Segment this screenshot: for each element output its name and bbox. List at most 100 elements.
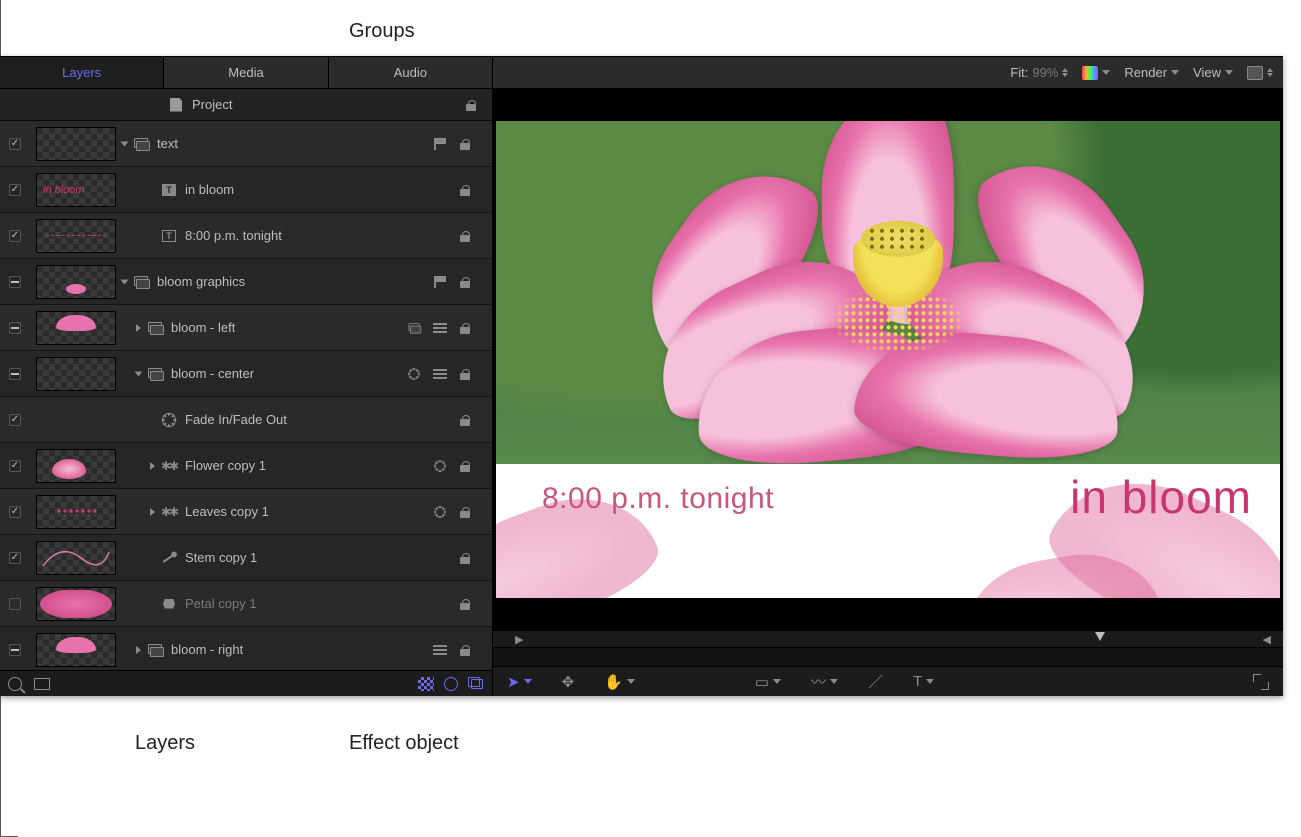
flag-icon[interactable] bbox=[432, 136, 448, 152]
visibility-checkbox[interactable] bbox=[0, 598, 30, 610]
lock-icon[interactable] bbox=[458, 505, 472, 519]
layer-row[interactable]: Petal copy 1 bbox=[0, 581, 492, 627]
render-menu[interactable]: Render bbox=[1124, 65, 1179, 80]
in-marker-icon[interactable]: ▶ bbox=[515, 633, 523, 646]
canvas-viewport[interactable]: 8:00 p.m. tonight in bloom bbox=[493, 89, 1283, 630]
visibility-checkbox[interactable] bbox=[0, 644, 30, 656]
blend-icon[interactable] bbox=[432, 366, 448, 382]
line-tool[interactable]: ／ bbox=[868, 671, 883, 692]
visibility-checkbox[interactable] bbox=[0, 506, 30, 518]
lock-icon[interactable] bbox=[458, 367, 472, 381]
layer-thumbnail bbox=[36, 495, 116, 529]
visibility-checkbox[interactable] bbox=[0, 460, 30, 472]
lock-icon[interactable] bbox=[458, 643, 472, 657]
panel-tabs: Layers Media Audio bbox=[0, 57, 492, 89]
select-tool[interactable]: ➤ bbox=[507, 673, 532, 691]
behavior-badge-icon[interactable] bbox=[432, 504, 448, 520]
layer-row[interactable]: Fade In/Fade Out bbox=[0, 397, 492, 443]
rectangle-tool[interactable]: ▭ bbox=[755, 673, 781, 691]
visibility-checkbox[interactable] bbox=[0, 138, 30, 150]
visibility-checkbox[interactable] bbox=[0, 184, 30, 196]
lock-icon[interactable] bbox=[458, 275, 472, 289]
text-layer-icon: T bbox=[161, 229, 177, 243]
filter-layers-icon[interactable] bbox=[468, 677, 484, 689]
layer-thumbnail bbox=[36, 449, 116, 483]
lock-icon[interactable] bbox=[458, 597, 472, 611]
layer-row[interactable]: Stem copy 1 bbox=[0, 535, 492, 581]
group-icon bbox=[147, 321, 163, 335]
playhead-icon[interactable] bbox=[1095, 632, 1105, 641]
layer-row[interactable]: in bloomTin bloom bbox=[0, 167, 492, 213]
layer-row[interactable]: ✱✱Flower copy 1 bbox=[0, 443, 492, 489]
disclosure-triangle-icon[interactable] bbox=[121, 141, 129, 146]
layers-panel: Layers Media Audio Project textin bloomT… bbox=[0, 57, 493, 696]
disclosure-triangle-icon[interactable] bbox=[121, 279, 129, 284]
text-tool[interactable]: T bbox=[913, 673, 934, 690]
lock-icon[interactable] bbox=[458, 321, 472, 335]
lock-icon[interactable] bbox=[458, 183, 472, 197]
expand-panel-icon[interactable] bbox=[34, 678, 50, 690]
canvas-toolbar: Fit: 99% Render View bbox=[493, 57, 1283, 89]
particle-icon: ✱✱ bbox=[161, 505, 177, 519]
blend-icon[interactable] bbox=[432, 320, 448, 336]
behavior-badge-icon[interactable] bbox=[406, 366, 422, 382]
tab-media[interactable]: Media bbox=[164, 57, 328, 88]
layer-label: in bloom bbox=[185, 182, 234, 197]
tab-audio[interactable]: Audio bbox=[329, 57, 492, 88]
visibility-checkbox[interactable] bbox=[0, 230, 30, 242]
lock-icon[interactable] bbox=[464, 98, 478, 112]
tab-layers[interactable]: Layers bbox=[0, 57, 164, 88]
pen-tool[interactable]: 〰 bbox=[811, 671, 838, 692]
view-menu[interactable]: View bbox=[1193, 65, 1233, 80]
visibility-checkbox[interactable] bbox=[0, 276, 30, 288]
disclosure-triangle-icon[interactable] bbox=[136, 324, 141, 332]
lock-icon[interactable] bbox=[458, 551, 472, 565]
layer-list: textin bloomTin bloomT8:00 p.m. tonightb… bbox=[0, 121, 492, 670]
disclosure-triangle-icon[interactable] bbox=[150, 508, 155, 516]
layer-row[interactable]: T8:00 p.m. tonight bbox=[0, 213, 492, 259]
mini-timeline[interactable]: ▶ ◀ bbox=[493, 630, 1283, 648]
lock-icon[interactable] bbox=[458, 459, 472, 473]
color-channel-menu[interactable] bbox=[1082, 66, 1110, 80]
layer-row[interactable]: bloom - center bbox=[0, 351, 492, 397]
filter-mask-icon[interactable] bbox=[418, 677, 434, 691]
search-icon[interactable] bbox=[8, 677, 22, 691]
fit-control[interactable]: Fit: 99% bbox=[1010, 65, 1068, 80]
pan-tool[interactable]: ✋ bbox=[604, 673, 635, 691]
lock-icon[interactable] bbox=[458, 137, 472, 151]
out-marker-icon[interactable]: ◀ bbox=[1263, 633, 1271, 646]
behavior-badge-icon[interactable] bbox=[432, 458, 448, 474]
filter-behavior-icon[interactable] bbox=[444, 677, 458, 691]
visibility-checkbox[interactable] bbox=[0, 414, 30, 426]
disclosure-triangle-icon[interactable] bbox=[150, 462, 155, 470]
fullscreen-icon[interactable] bbox=[1253, 674, 1269, 690]
disclosure-triangle-icon[interactable] bbox=[135, 371, 143, 376]
layer-row[interactable]: bloom - right bbox=[0, 627, 492, 670]
layer-row[interactable]: bloom - left bbox=[0, 305, 492, 351]
callout-effect-object: Effect object bbox=[349, 732, 459, 755]
layer-row[interactable]: text bbox=[0, 121, 492, 167]
fit-label: Fit: bbox=[1010, 65, 1028, 80]
layer-label: Leaves copy 1 bbox=[185, 504, 269, 519]
canvas-area: Fit: 99% Render View bbox=[493, 57, 1283, 696]
background-menu[interactable] bbox=[1247, 66, 1273, 80]
layer-label: Stem copy 1 bbox=[185, 550, 257, 565]
flag-icon[interactable] bbox=[432, 274, 448, 290]
project-row[interactable]: Project bbox=[0, 89, 492, 121]
lock-icon[interactable] bbox=[458, 229, 472, 243]
disclosure-triangle-icon[interactable] bbox=[136, 646, 141, 654]
lock-icon[interactable] bbox=[458, 413, 472, 427]
chevron-down-icon bbox=[1102, 70, 1110, 75]
layer-row[interactable]: bloom graphics bbox=[0, 259, 492, 305]
visibility-checkbox[interactable] bbox=[0, 552, 30, 564]
visibility-checkbox[interactable] bbox=[0, 368, 30, 380]
layer-label: bloom - left bbox=[171, 320, 235, 335]
replicator-badge-icon[interactable] bbox=[406, 320, 422, 336]
blend-icon[interactable] bbox=[432, 642, 448, 658]
visibility-checkbox[interactable] bbox=[0, 322, 30, 334]
rainbow-swatch-icon bbox=[1082, 66, 1098, 80]
layer-thumbnail bbox=[36, 357, 116, 391]
group-icon bbox=[147, 367, 163, 381]
3d-transform-tool[interactable]: ✥ bbox=[562, 673, 575, 691]
layer-row[interactable]: ✱✱ Leaves copy 1 bbox=[0, 489, 492, 535]
